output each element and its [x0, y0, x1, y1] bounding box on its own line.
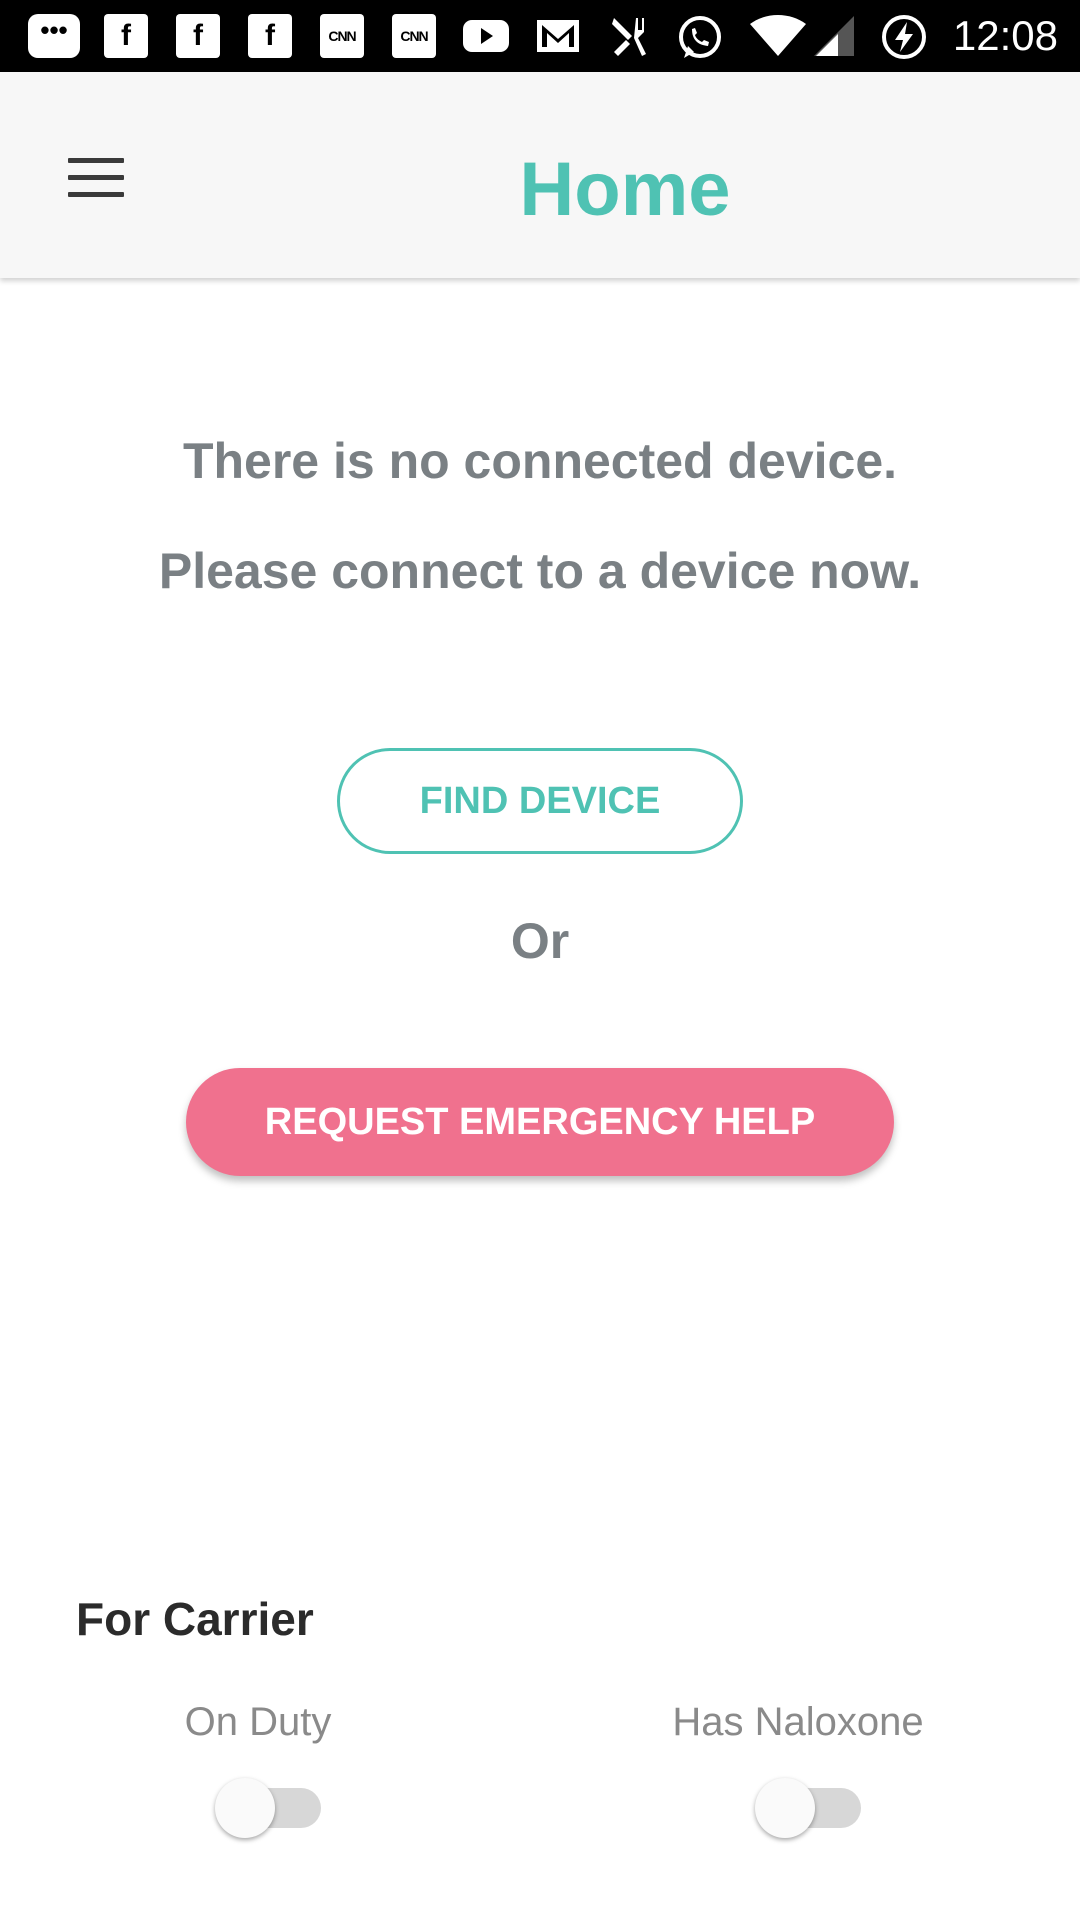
toggle-thumb: [755, 1778, 815, 1838]
toggle-thumb: [215, 1778, 275, 1838]
cnn-icon: CNN: [320, 14, 364, 58]
page-title: Home: [519, 147, 731, 232]
on-duty-toggle[interactable]: [215, 1773, 325, 1843]
connect-prompt-message: Please connect to a device now.: [158, 543, 922, 599]
has-naloxone-label: Has Naloxone: [672, 1700, 924, 1744]
status-bar: ••• f f f CNN CNN 12:08: [0, 0, 1080, 72]
no-device-message: There is no connected device.: [182, 433, 898, 489]
signal-icon: [812, 14, 856, 58]
whatsapp-icon: [676, 14, 721, 58]
cnn-icon: CNN: [392, 14, 436, 58]
messenger-icon: •••: [28, 14, 80, 58]
facebook-icon: f: [248, 14, 292, 58]
find-device-button[interactable]: FIND DEVICE: [337, 748, 743, 854]
gmail-icon: [534, 14, 579, 58]
app-bar: Home: [0, 72, 1080, 278]
request-emergency-help-button[interactable]: REQUEST EMERGENCY HELP: [186, 1068, 894, 1176]
on-duty-label: On Duty: [184, 1700, 332, 1744]
or-label: Or: [510, 913, 570, 969]
facebook-icon: f: [104, 14, 148, 58]
status-time: 12:08: [952, 12, 1058, 59]
youtube-icon: [462, 14, 509, 58]
carrier-section-title: For Carrier: [76, 1593, 314, 1645]
battery-charging-icon: [880, 14, 926, 59]
food-delivery-icon: [608, 14, 652, 58]
has-naloxone-toggle[interactable]: [755, 1773, 865, 1843]
wifi-icon: [748, 14, 808, 58]
facebook-icon: f: [176, 14, 220, 58]
